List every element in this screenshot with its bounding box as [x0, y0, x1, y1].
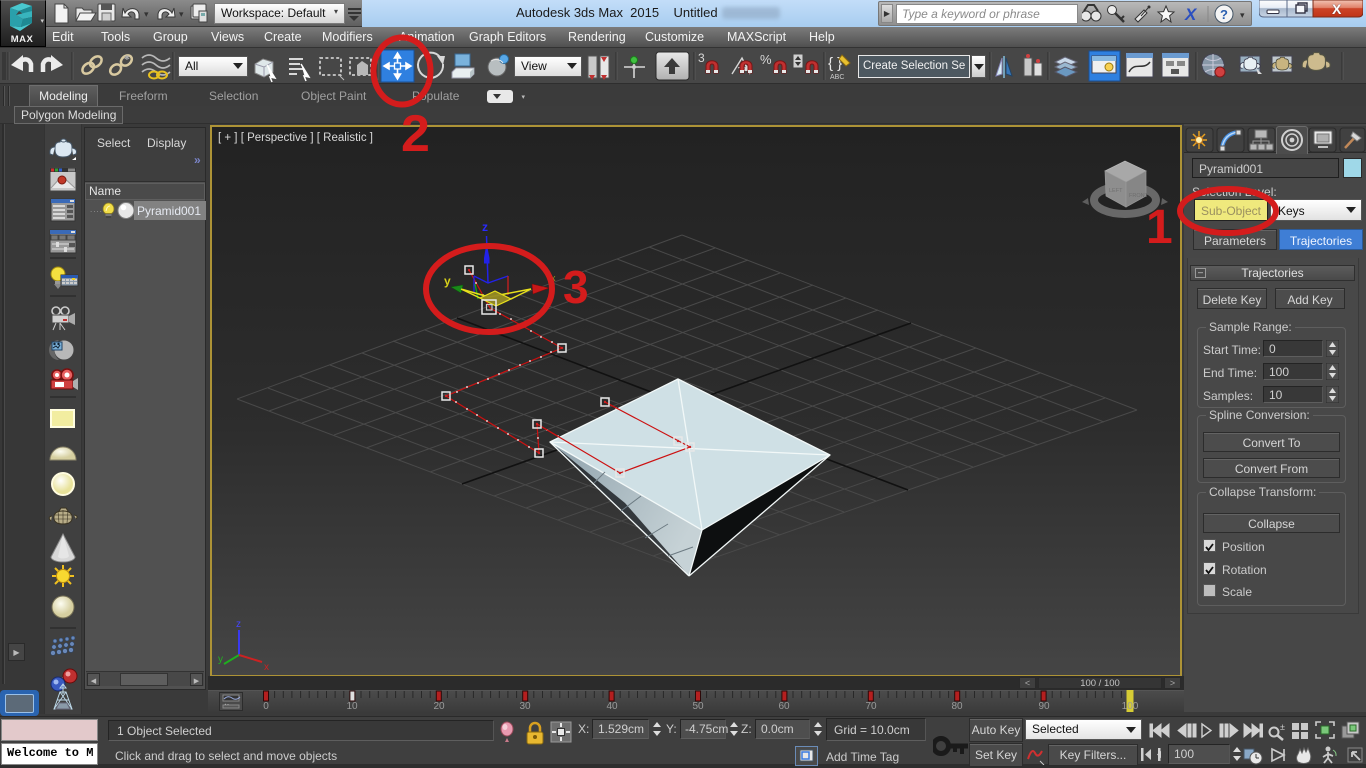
- svg-text:z: z: [236, 619, 241, 630]
- svg-text:ABC: ABC: [830, 74, 844, 81]
- svg-text:50: 50: [692, 701, 704, 712]
- svg-text:X: X: [1184, 5, 1198, 24]
- svg-text:60: 60: [778, 701, 790, 712]
- svg-text:80: 80: [951, 701, 963, 712]
- svg-text:z: z: [482, 220, 488, 234]
- svg-text:y: y: [218, 654, 223, 665]
- svg-text:70: 70: [865, 701, 877, 712]
- svg-text:40: 40: [606, 701, 618, 712]
- svg-text:x: x: [551, 273, 556, 283]
- svg-text:FRONT: FRONT: [1129, 193, 1149, 199]
- svg-text:10: 10: [346, 701, 358, 712]
- svg-text:%: %: [760, 52, 772, 67]
- svg-text:[ + ] [ Perspective ] [ Realis: [ + ] [ Perspective ] [ Realistic ]: [218, 132, 373, 144]
- svg-text:▾: ▾: [144, 9, 149, 19]
- svg-text:y: y: [444, 274, 451, 288]
- svg-text:x: x: [264, 662, 269, 673]
- svg-text:✱: ✱: [124, 54, 130, 62]
- svg-text:20: 20: [433, 701, 445, 712]
- svg-text:±: ±: [1280, 722, 1285, 732]
- svg-text:100: 100: [1122, 701, 1139, 712]
- svg-text:3: 3: [698, 51, 705, 65]
- svg-text:30: 30: [519, 701, 531, 712]
- svg-text:LEFT: LEFT: [1109, 188, 1123, 194]
- svg-text:?: ?: [1220, 7, 1228, 22]
- svg-text:▾: ▾: [1240, 10, 1245, 20]
- svg-text:▾: ▾: [179, 9, 184, 19]
- svg-text:X: X: [1332, 1, 1342, 17]
- svg-text:90: 90: [1038, 701, 1050, 712]
- svg-text:0: 0: [263, 701, 269, 712]
